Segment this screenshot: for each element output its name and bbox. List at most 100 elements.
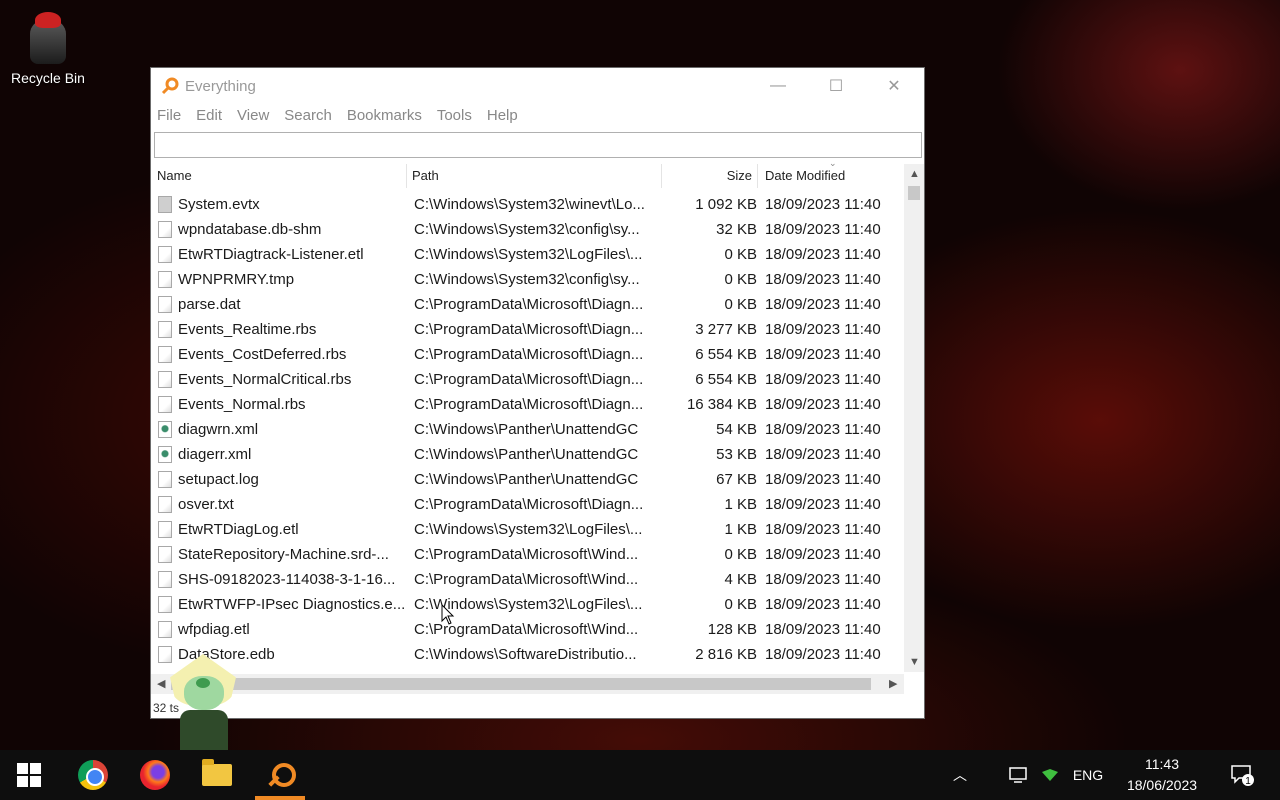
maximize-button[interactable]: ☐	[807, 68, 865, 104]
sort-indicator-icon: ⌄	[829, 158, 837, 168]
vertical-scrollbar[interactable]: ▲ ▼	[904, 164, 924, 672]
menu-help[interactable]: Help	[487, 104, 525, 130]
horizontal-scrollbar[interactable]: ◀ ▶	[151, 674, 904, 694]
cell-name: wfpdiag.etl	[178, 621, 250, 638]
taskbar-firefox[interactable]	[126, 750, 184, 800]
cell-name: diagerr.xml	[178, 446, 252, 463]
file-icon	[158, 221, 172, 238]
clock-date: 18/06/2023	[1126, 777, 1198, 793]
table-row[interactable]: setupact.log C:\Windows\Panther\UnattendG…	[151, 467, 904, 492]
table-row[interactable]: diagerr.xml C:\Windows\Panther\UnattendGC…	[151, 442, 904, 467]
recycle-bin-desktop-icon[interactable]: Recycle Bin	[8, 8, 88, 86]
taskbar-everything[interactable]	[251, 750, 309, 800]
tray-show-hidden-button[interactable]: ︿	[944, 750, 976, 800]
cell-size: 67 KB	[716, 471, 757, 488]
table-row[interactable]: SHS-09182023-114038-3-1-16... C:\ProgramD…	[151, 567, 904, 592]
menu-bookmarks[interactable]: Bookmarks	[347, 104, 429, 130]
cell-date-modified: 18/09/2023 11:40	[765, 371, 881, 388]
cell-name: setupact.log	[178, 471, 259, 488]
search-input[interactable]	[154, 132, 922, 158]
table-row[interactable]: diagwrn.xml C:\Windows\Panther\UnattendGC…	[151, 417, 904, 442]
cell-path: C:\ProgramData\Microsoft\Diagn...	[414, 371, 644, 388]
cell-date-modified: 18/09/2023 11:40	[765, 421, 881, 438]
menu-search[interactable]: Search	[284, 104, 339, 130]
cell-date-modified: 18/09/2023 11:40	[765, 571, 881, 588]
table-row[interactable]: osver.txt C:\ProgramData\Microsoft\Diagn.…	[151, 492, 904, 517]
chevron-up-icon: ︿	[953, 767, 967, 783]
cell-path: C:\Windows\System32\config\sy...	[414, 221, 640, 238]
chrome-icon	[78, 760, 108, 790]
table-row[interactable]: Events_CostDeferred.rbs C:\ProgramData\Mi…	[151, 342, 904, 367]
cell-size: 4 KB	[724, 571, 757, 588]
cell-path: C:\ProgramData\Microsoft\Diagn...	[414, 296, 644, 313]
table-row[interactable]: EtwRTDiagLog.etl C:\Windows\System32\LogF…	[151, 517, 904, 542]
tray-network-button[interactable]	[1004, 750, 1036, 800]
table-row[interactable]: Events_Normal.rbs C:\ProgramData\Microsof…	[151, 392, 904, 417]
file-icon	[158, 621, 172, 638]
cell-date-modified: 18/09/2023 11:40	[765, 521, 881, 538]
table-row[interactable]: parse.dat C:\ProgramData\Microsoft\Diagn.…	[151, 292, 904, 317]
cell-size: 0 KB	[724, 296, 757, 313]
cell-size: 0 KB	[724, 246, 757, 263]
cell-path: C:\Windows\System32\winevt\Lo...	[414, 196, 645, 213]
close-button[interactable]: ✕	[865, 68, 923, 104]
table-row[interactable]: System.evtx C:\Windows\System32\winevt\Lo…	[151, 192, 904, 217]
cell-date-modified: 18/09/2023 11:40	[765, 396, 881, 413]
file-icon	[158, 321, 172, 338]
table-row[interactable]: Events_NormalCritical.rbs C:\ProgramData\…	[151, 367, 904, 392]
cell-size: 2 816 KB	[695, 646, 757, 663]
scroll-up-arrow-icon[interactable]: ▲	[909, 168, 920, 180]
cell-size: 3 277 KB	[695, 321, 757, 338]
tray-security-button[interactable]	[1036, 750, 1064, 800]
table-row[interactable]: StateRepository-Machine.srd-... C:\Progra…	[151, 542, 904, 567]
menu-tools[interactable]: Tools	[437, 104, 479, 130]
cell-name: osver.txt	[178, 496, 234, 513]
cell-path: C:\Windows\System32\LogFiles\...	[414, 521, 643, 538]
title-bar[interactable]: Everything — ☐ ✕	[151, 68, 924, 104]
table-row[interactable]: DataStore.edb C:\Windows\SoftwareDistribu…	[151, 642, 904, 667]
taskbar-file-explorer[interactable]	[188, 750, 246, 800]
taskbar-chrome[interactable]	[64, 750, 122, 800]
cell-date-modified: 18/09/2023 11:40	[765, 346, 881, 363]
table-row[interactable]: Events_Realtime.rbs C:\ProgramData\Micros…	[151, 317, 904, 342]
table-row[interactable]: wpndatabase.db-shm C:\Windows\System32\co…	[151, 217, 904, 242]
tray-language-button[interactable]: ENG	[1066, 750, 1110, 800]
menu-view[interactable]: View	[237, 104, 276, 130]
scroll-down-arrow-icon[interactable]: ▼	[909, 656, 920, 668]
active-app-indicator	[255, 796, 305, 800]
cell-name: Events_NormalCritical.rbs	[178, 371, 352, 388]
minimize-button[interactable]: —	[749, 68, 807, 104]
cell-path: C:\ProgramData\Microsoft\Wind...	[414, 546, 639, 563]
scroll-right-arrow-icon[interactable]: ▶	[889, 677, 897, 690]
cell-path: C:\Windows\Panther\UnattendGC	[414, 446, 639, 463]
results-list: System.evtx C:\Windows\System32\winevt\Lo…	[151, 192, 904, 674]
menu-file[interactable]: File	[157, 104, 188, 130]
file-icon	[158, 496, 172, 513]
start-button[interactable]	[0, 750, 58, 800]
column-header: Name Path Size Date Modified ⌄	[151, 158, 904, 188]
status-bar: 32 ts	[153, 701, 180, 715]
table-row[interactable]: WPNPRMRY.tmp C:\Windows\System32\config\s…	[151, 267, 904, 292]
file-icon	[158, 346, 172, 363]
vertical-scrollbar-thumb[interactable]	[908, 186, 920, 200]
file-icon	[158, 546, 172, 563]
table-row[interactable]: EtwRTWFP-IPsec Diagnostics.e... C:\Window…	[151, 592, 904, 617]
column-header-size[interactable]: Size	[662, 164, 758, 188]
column-header-path[interactable]: Path	[407, 164, 662, 188]
cell-date-modified: 18/09/2023 11:40	[765, 496, 881, 513]
window-title: Everything	[185, 78, 256, 95]
table-row[interactable]: wfpdiag.etl C:\ProgramData\Microsoft\Wind…	[151, 617, 904, 642]
file-icon	[158, 396, 172, 413]
file-icon	[158, 421, 172, 438]
cell-path: C:\ProgramData\Microsoft\Wind...	[414, 571, 639, 588]
column-header-name[interactable]: Name	[151, 164, 407, 188]
table-row[interactable]: EtwRTDiagtrack-Listener.etl C:\Windows\Sy…	[151, 242, 904, 267]
action-center-button[interactable]: 1	[1222, 750, 1262, 800]
horizontal-scrollbar-thumb[interactable]	[171, 678, 871, 690]
menu-edit[interactable]: Edit	[196, 104, 229, 130]
cell-path: C:\Windows\System32\LogFiles\...	[414, 246, 643, 263]
cell-name: wpndatabase.db-shm	[178, 221, 322, 238]
tray-clock[interactable]: 11:43 18/06/2023	[1114, 750, 1210, 800]
cell-size: 1 KB	[724, 496, 757, 513]
clock-time: 11:43	[1145, 756, 1179, 772]
